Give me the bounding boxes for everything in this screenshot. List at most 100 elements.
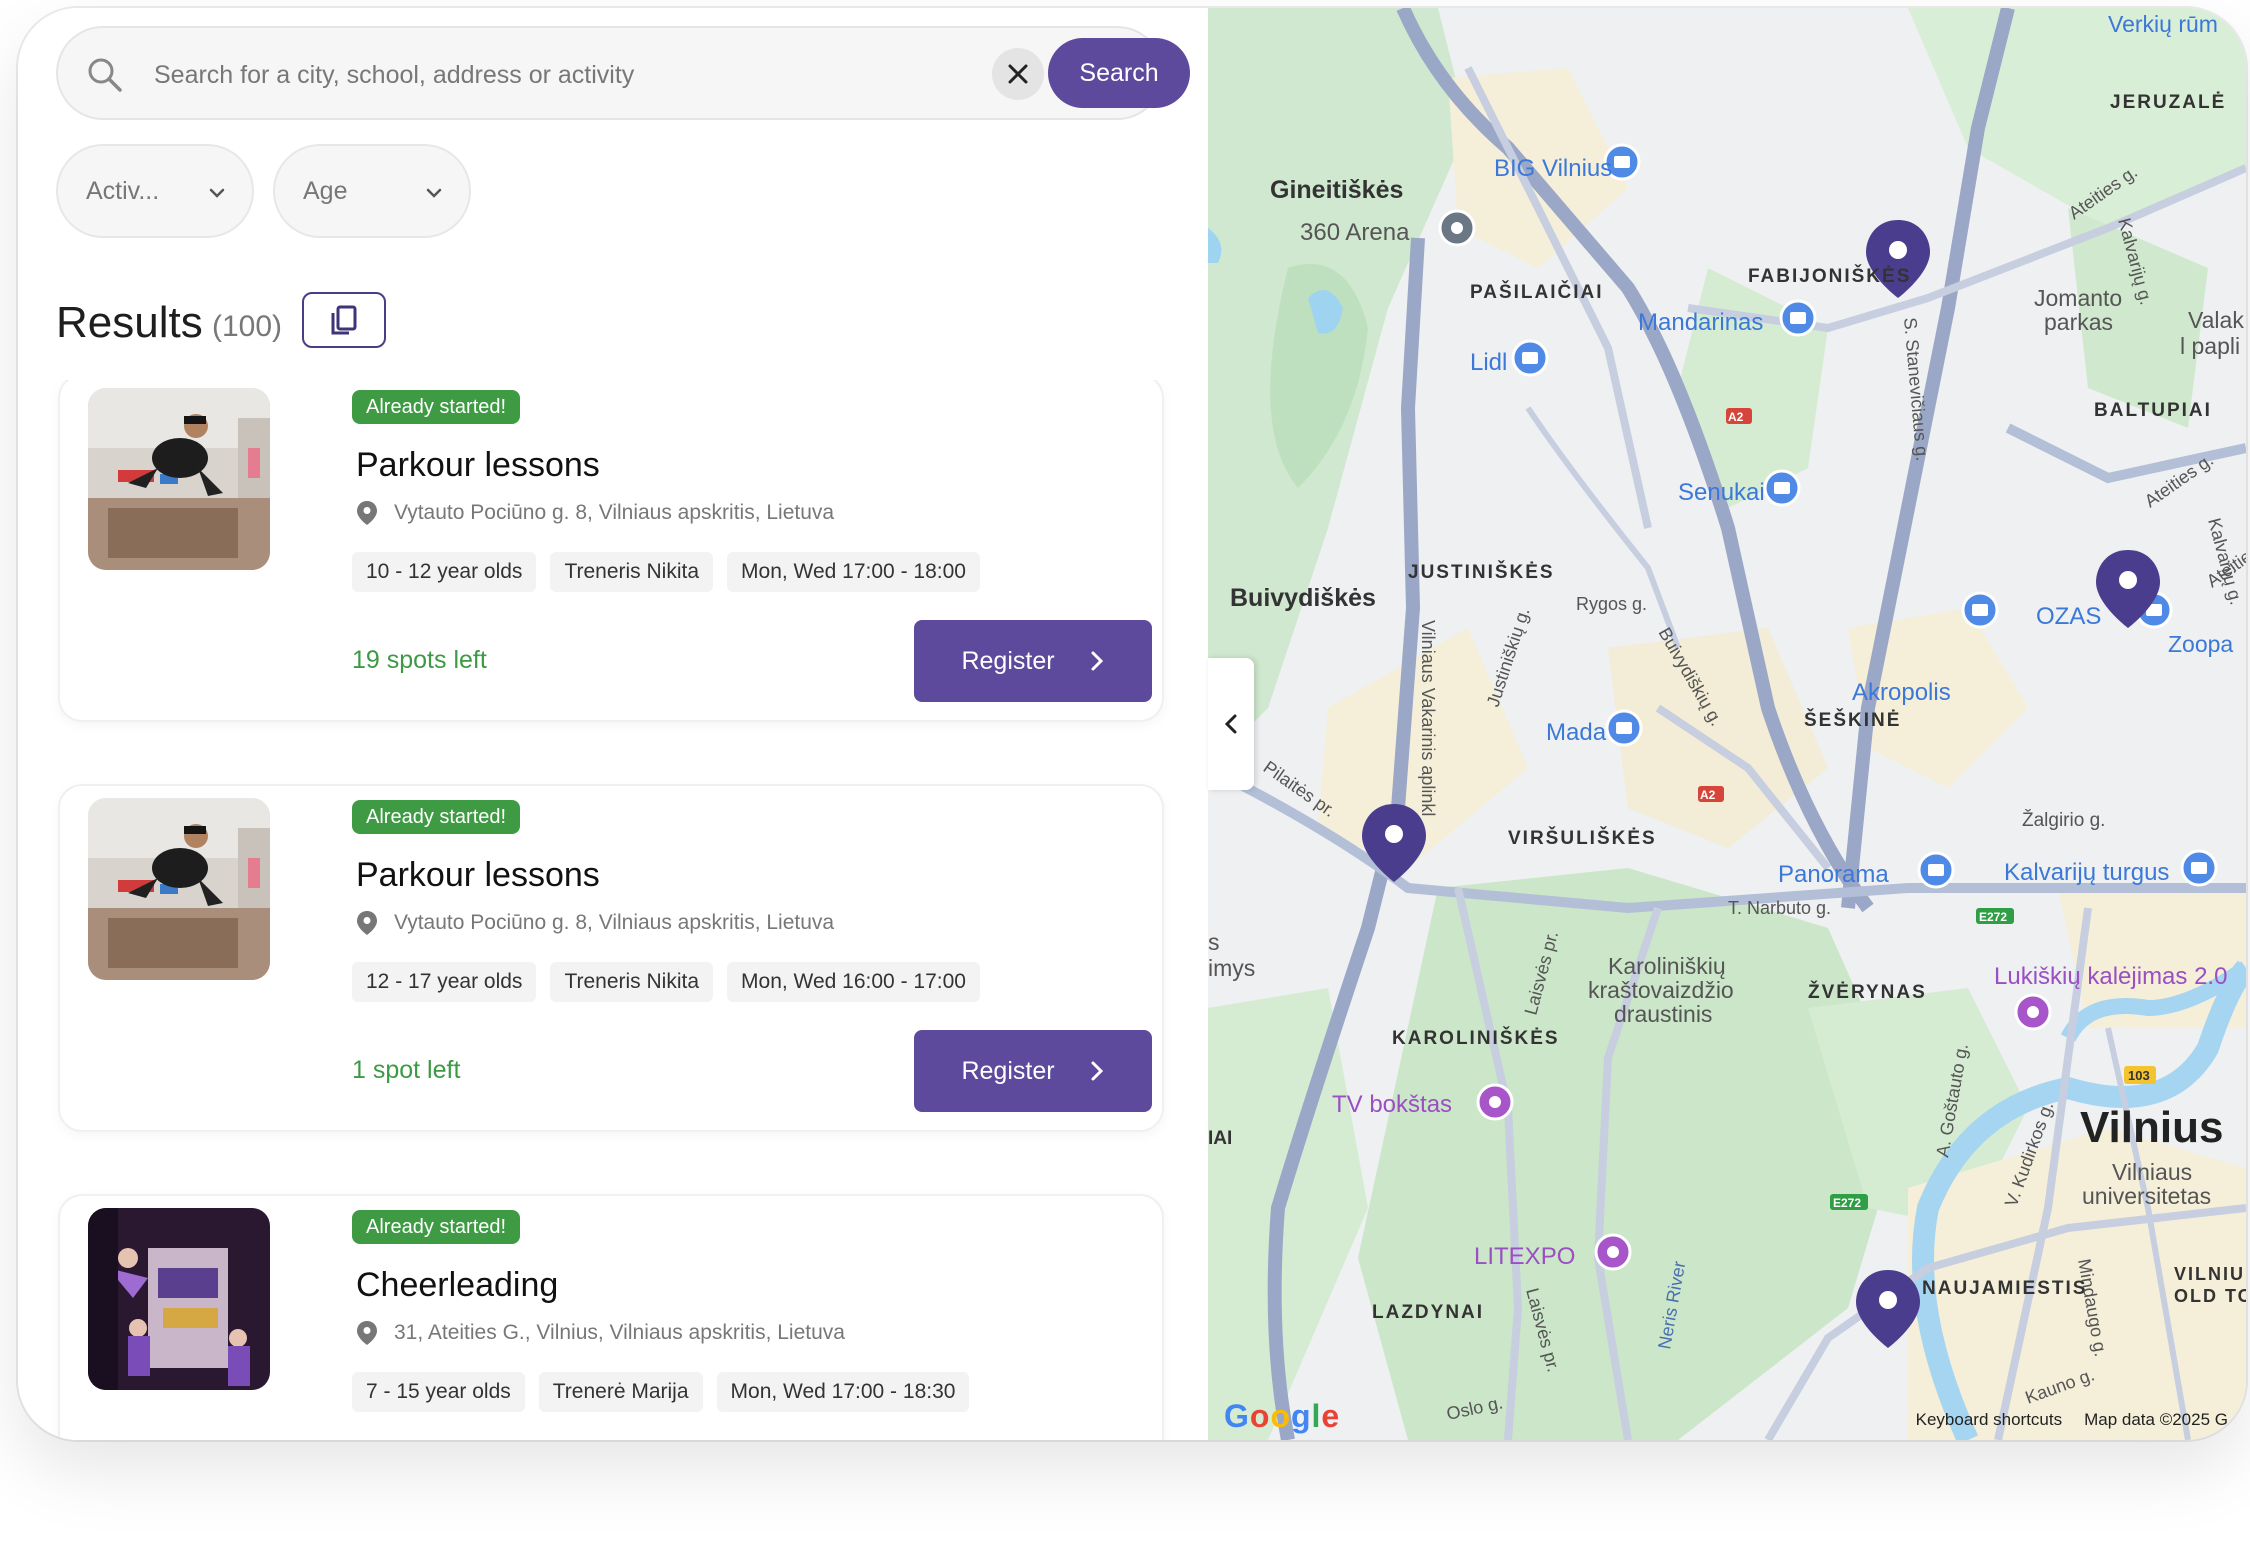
chevron-left-icon (1224, 714, 1237, 734)
close-icon (1008, 64, 1028, 84)
results-title: Results (56, 298, 203, 347)
road-shield-label: E272 (1833, 1196, 1861, 1210)
map-label: Jomanto (2034, 285, 2122, 311)
collapse-panel-button[interactable] (1208, 658, 1254, 790)
map-label: imys (1208, 955, 1255, 981)
shopping-marker[interactable] (2180, 849, 2218, 887)
shopping-marker[interactable] (1917, 851, 1955, 889)
app-frame: Search Activ... Age Results (100) (18, 8, 2246, 1440)
activity-card: Already started! Parkour lessons Vytauto… (58, 380, 1164, 722)
stadium-marker[interactable] (1438, 209, 1476, 247)
shopping-marker[interactable] (1605, 709, 1643, 747)
copy-button[interactable] (302, 292, 386, 348)
map-label: FABIJONIŠKĖS (1748, 265, 1911, 287)
activity-tags: 12 - 17 year olds Treneris Nikita Mon, W… (352, 962, 980, 1002)
activity-address: 31, Ateities G., Vilnius, Vilniaus apskr… (356, 1320, 845, 1346)
map-label: Verkių rūm (2108, 11, 2218, 37)
map-label: NAUJAMIESTIS (1922, 1278, 2087, 1299)
results-panel: Search Activ... Age Results (100) (18, 8, 1208, 1440)
map-label: Mada (1546, 719, 1607, 746)
map-label: LAZDYNAI (1372, 1302, 1484, 1323)
activity-title: Cheerleading (356, 1266, 559, 1304)
map-label: TV bokštas (1332, 1091, 1452, 1118)
chevron-down-icon (209, 188, 225, 198)
chevron-right-icon (1091, 651, 1103, 671)
map-label: Valak (2188, 307, 2244, 333)
map-label: OZAS (2036, 603, 2101, 630)
activity-card: Already started! Cheerleading 31, Ateiti… (58, 1194, 1164, 1440)
results-count: (100) (212, 310, 283, 343)
map-label: PAŠILAIČIAI (1470, 281, 1604, 303)
age-filter-dropdown[interactable]: Age (273, 144, 471, 238)
coach-tag: Treneris Nikita (550, 962, 714, 1002)
map-label: Gineitiškės (1270, 176, 1403, 204)
status-badge: Already started! (352, 390, 521, 424)
attraction-marker[interactable] (1476, 1083, 1514, 1121)
map-label: IAI (1208, 1128, 1232, 1149)
map-label: Kalvarijų turgus (2004, 859, 2169, 886)
map-label: 360 Arena (1300, 219, 1410, 246)
search-input[interactable] (154, 50, 994, 100)
results-list[interactable]: Already started! Parkour lessons Vytauto… (18, 380, 1208, 1440)
schedule-tag: Mon, Wed 16:00 - 17:00 (727, 962, 980, 1002)
shopping-marker[interactable] (1511, 339, 1549, 377)
map-footer: Keyboard shortcuts Map data ©2025 G (1916, 1410, 2228, 1430)
search-icon (86, 56, 124, 94)
location-pin-icon (357, 911, 377, 935)
map-label: BALTUPIAI (2094, 400, 2212, 421)
register-label: Register (961, 1056, 1055, 1085)
map-label: JERUZALĖ (2110, 92, 2226, 113)
age-filter-label: Age (303, 176, 348, 205)
map-label: Vilnius (2080, 1103, 2223, 1152)
map-label: Senukai (1678, 479, 1765, 506)
map-view[interactable]: Gineitiškės 360 Arena BIG Vilnius PAŠILA… (1208, 8, 2246, 1440)
map-label: Lukiškių kalėjimas 2.0 (1994, 963, 2227, 990)
clear-search-button[interactable] (992, 48, 1044, 100)
register-label: Register (961, 646, 1055, 675)
map-canvas[interactable]: Gineitiškės 360 Arena BIG Vilnius PAŠILA… (1208, 8, 2246, 1440)
register-button[interactable]: Register (914, 1030, 1152, 1112)
map-label: JUSTINIŠKĖS (1408, 561, 1555, 583)
activity-address: Vytauto Pociūno g. 8, Vilniaus apskritis… (356, 910, 834, 936)
map-data-attribution[interactable]: Map data ©2025 G (2084, 1410, 2228, 1430)
map-label: l papli (2180, 333, 2240, 359)
map-label: BIG Vilnius (1494, 155, 1612, 182)
activity-address: Vytauto Pociūno g. 8, Vilniaus apskritis… (356, 500, 834, 526)
map-label: Rygos g. (1576, 594, 1647, 614)
attraction-marker[interactable] (2014, 993, 2052, 1031)
address-text: Vytauto Pociūno g. 8, Vilniaus apskritis… (394, 501, 835, 524)
age-range-tag: 12 - 17 year olds (352, 962, 537, 1002)
activity-thumbnail (88, 1208, 270, 1390)
activity-filter-dropdown[interactable]: Activ... (56, 144, 254, 238)
shopping-marker[interactable] (1961, 591, 1999, 629)
address-text: Vytauto Pociūno g. 8, Vilniaus apskritis… (394, 911, 835, 934)
map-label: OLD TO (2174, 1286, 2246, 1306)
age-range-tag: 7 - 15 year olds (352, 1372, 525, 1412)
map-label: ŠEŠKINĖ (1804, 709, 1901, 731)
spots-left: 19 spots left (352, 646, 487, 674)
search-button[interactable]: Search (1048, 38, 1190, 108)
map-label: T. Narbuto g. (1728, 898, 1831, 918)
activity-thumbnail (88, 388, 270, 570)
shopping-marker[interactable] (1779, 299, 1817, 337)
copy-icon (331, 305, 357, 335)
address-text: 31, Ateities G., Vilnius, Vilniaus apskr… (394, 1321, 845, 1344)
map-label: Mandarinas (1638, 309, 1763, 336)
chevron-right-icon (1091, 1061, 1103, 1081)
keyboard-shortcuts-link[interactable]: Keyboard shortcuts (1916, 1410, 2062, 1430)
map-label: Zoopa (2168, 631, 2233, 657)
activity-title: Parkour lessons (356, 446, 600, 484)
map-label: parkas (2044, 309, 2113, 335)
schedule-tag: Mon, Wed 17:00 - 18:00 (727, 552, 980, 592)
coach-tag: Treneris Nikita (550, 552, 714, 592)
map-label: VILNIU (2174, 1264, 2245, 1284)
schedule-tag: Mon, Wed 17:00 - 18:30 (716, 1372, 970, 1412)
attraction-marker[interactable] (1594, 1233, 1632, 1271)
activity-card: Already started! Parkour lessons Vytauto… (58, 784, 1164, 1132)
activity-filter-label: Activ... (86, 176, 160, 205)
map-label: universitetas (2082, 1183, 2211, 1209)
shopping-marker[interactable] (1763, 469, 1801, 507)
register-button[interactable]: Register (914, 620, 1152, 702)
map-label: Karoliniškių (1608, 953, 1726, 979)
google-logo: Google (1224, 1398, 1341, 1434)
